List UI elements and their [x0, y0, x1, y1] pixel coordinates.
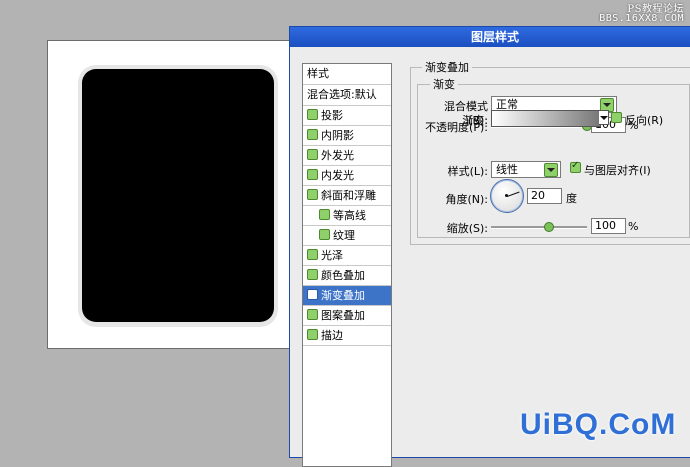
- angle-needle: [507, 191, 520, 197]
- checkbox-icon[interactable]: [307, 269, 318, 280]
- checkbox-icon[interactable]: [307, 309, 318, 320]
- style-list: 样式 混合选项:默认 投影内阴影外发光内发光斜面和浮雕等高线纹理光泽颜色叠加渐变…: [302, 63, 392, 467]
- gradient-preview[interactable]: [491, 110, 601, 127]
- style-list-item-label: 图案叠加: [321, 309, 365, 322]
- styles-header[interactable]: 样式: [303, 64, 391, 85]
- angle-input[interactable]: 20: [527, 188, 562, 204]
- group-title-gradient: 渐变: [430, 76, 458, 92]
- style-list-item-label: 颜色叠加: [321, 269, 365, 282]
- reverse-label: 反向(R): [625, 114, 664, 127]
- style-list-item-label: 纹理: [333, 229, 355, 242]
- align-with-layer-checkbox[interactable]: [570, 160, 581, 173]
- style-list-item[interactable]: 渐变叠加: [303, 286, 391, 306]
- checkbox-icon[interactable]: [307, 169, 318, 180]
- layer-style-dialog: 图层样式 样式 混合选项:默认 投影内阴影外发光内发光斜面和浮雕等高线纹理光泽颜…: [289, 26, 690, 467]
- checkbox-icon[interactable]: [319, 209, 330, 220]
- checkbox-icon[interactable]: [307, 109, 318, 120]
- style-list-item[interactable]: 等高线: [303, 206, 391, 226]
- checkbox-checked-icon[interactable]: [307, 289, 318, 300]
- angle-center-dot: [505, 194, 508, 197]
- site-logo: UiBQ.CoM: [520, 408, 677, 441]
- style-list-item-label: 渐变叠加: [321, 289, 365, 302]
- style-list-item-label: 投影: [321, 109, 343, 122]
- checkbox-icon[interactable]: [307, 129, 318, 140]
- style-list-item[interactable]: 内阴影: [303, 126, 391, 146]
- checkbox-icon[interactable]: [319, 229, 330, 240]
- style-list-item[interactable]: 图案叠加: [303, 306, 391, 326]
- style-select[interactable]: 线性: [491, 161, 561, 178]
- style-list-item-label: 斜面和浮雕: [321, 189, 376, 202]
- style-list-item[interactable]: 纹理: [303, 226, 391, 246]
- chevron-down-icon: [544, 163, 558, 177]
- scale-slider-track[interactable]: [491, 226, 587, 229]
- style-list-item[interactable]: 外发光: [303, 146, 391, 166]
- style-list-item-label: 内阴影: [321, 129, 354, 142]
- dialog-title: 图层样式: [290, 27, 690, 47]
- scale-slider-thumb[interactable]: [543, 222, 554, 232]
- checkbox-icon[interactable]: [307, 329, 318, 340]
- black-rounded-card: [82, 69, 274, 322]
- scale-unit: %: [628, 220, 639, 233]
- style-list-item[interactable]: 投影: [303, 106, 391, 126]
- style-list-item[interactable]: 内发光: [303, 166, 391, 186]
- angle-dial[interactable]: [490, 179, 524, 213]
- gradient-dropdown-button[interactable]: [599, 110, 609, 125]
- style-list-item-label: 描边: [321, 329, 343, 342]
- reverse-checkbox[interactable]: [611, 112, 622, 123]
- style-value: 线性: [496, 163, 518, 176]
- watermark-url: BBS.16XX8.COM: [599, 13, 684, 24]
- checkbox-icon[interactable]: [307, 189, 318, 200]
- align-with-layer-label: 与图层对齐(I): [584, 164, 651, 177]
- blend-options-item[interactable]: 混合选项:默认: [303, 85, 391, 106]
- style-list-item-label: 等高线: [333, 209, 366, 222]
- style-label: 样式(L):: [447, 165, 488, 178]
- style-list-item-label: 外发光: [321, 149, 354, 162]
- group-title-gradient-overlay: 渐变叠加: [422, 59, 472, 75]
- style-list-item[interactable]: 光泽: [303, 246, 391, 266]
- style-list-item[interactable]: 斜面和浮雕: [303, 186, 391, 206]
- style-list-item[interactable]: 描边: [303, 326, 391, 346]
- checkbox-icon[interactable]: [307, 149, 318, 160]
- document-canvas: [47, 40, 290, 349]
- style-list-item[interactable]: 颜色叠加: [303, 266, 391, 286]
- gradient-label: 渐变:: [462, 114, 488, 127]
- checkbox-icon[interactable]: [307, 249, 318, 260]
- scale-input[interactable]: 100: [591, 218, 626, 234]
- style-list-item-label: 光泽: [321, 249, 343, 262]
- style-list-item-label: 内发光: [321, 169, 354, 182]
- angle-unit: 度: [566, 192, 577, 205]
- angle-label: 角度(N):: [445, 193, 488, 206]
- scale-label: 缩放(S):: [446, 222, 488, 235]
